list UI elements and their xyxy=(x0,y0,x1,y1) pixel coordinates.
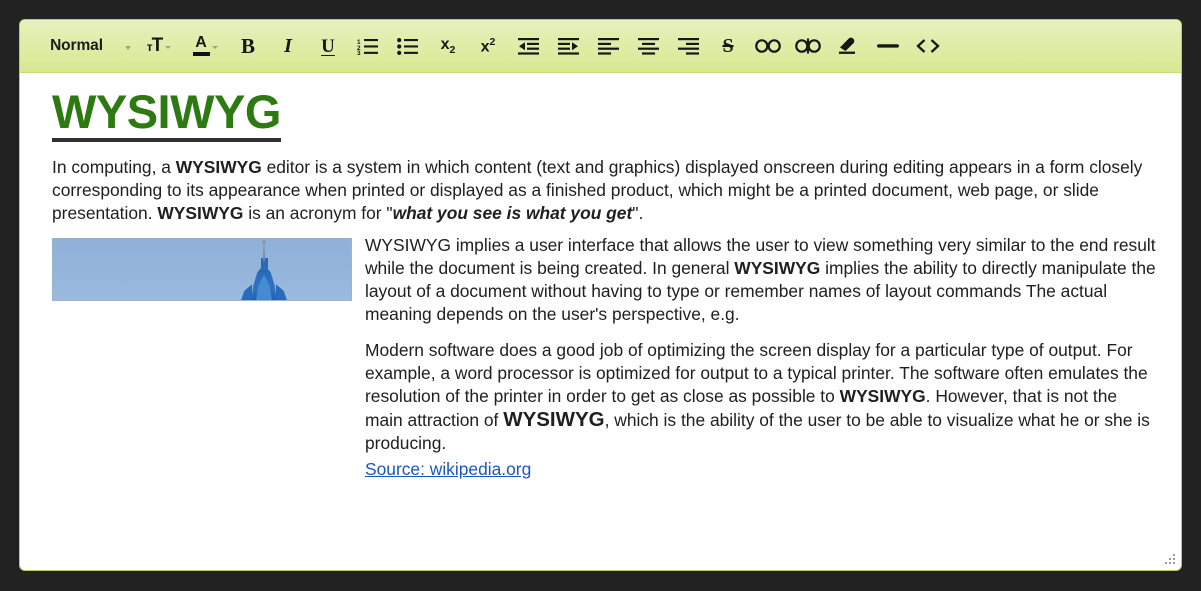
spire-tip xyxy=(262,240,266,245)
link-icon xyxy=(755,39,781,53)
code-view-icon xyxy=(916,38,940,54)
p2-bold-1: WYSIWYG xyxy=(734,258,821,279)
p3-bold-1: WYSIWYG xyxy=(839,386,926,407)
text-color-icon: A xyxy=(192,34,210,56)
intro-bold-2: WYSIWYG xyxy=(157,203,244,224)
underline-button[interactable]: U xyxy=(308,29,348,63)
chevron-down-icon xyxy=(211,46,218,49)
spire-photo[interactable] xyxy=(52,238,352,302)
align-left-button[interactable] xyxy=(588,29,628,63)
svg-text:3: 3 xyxy=(357,50,361,55)
align-center-button[interactable] xyxy=(628,29,668,63)
align-right-button[interactable] xyxy=(668,29,708,63)
wysiwyg-editor-frame: Normal тT A B I U 1 2 3 x2 x2 S WYSIWYG … xyxy=(19,19,1182,571)
resize-grip-handle[interactable] xyxy=(1165,554,1177,566)
source-link-row: Source: wikipedia.org xyxy=(365,455,1159,480)
font-size-icon: тT xyxy=(146,35,164,56)
code-view-button[interactable] xyxy=(908,29,948,63)
underline-icon: U xyxy=(321,35,335,57)
remove-link-button[interactable] xyxy=(788,29,828,63)
chevron-down-icon xyxy=(165,46,172,49)
format-select-value: Normal xyxy=(50,37,103,54)
clear-formatting-button[interactable] xyxy=(828,29,868,63)
spire-wing-right xyxy=(276,284,287,301)
spire-wing-left xyxy=(241,284,252,301)
source-link[interactable]: Source: wikipedia.org xyxy=(365,459,531,480)
paragraph-3: Modern software does a good job of optim… xyxy=(365,339,1159,455)
subscript-icon: x2 xyxy=(440,35,456,56)
superscript-icon: x2 xyxy=(480,35,496,56)
intro-text-3: is an acronym for " xyxy=(243,203,393,224)
unordered-list-button[interactable] xyxy=(388,29,428,63)
outdent-icon xyxy=(517,37,539,55)
unordered-list-icon xyxy=(397,37,419,55)
intro-bold-1: WYSIWYG xyxy=(175,157,262,178)
bold-icon: B xyxy=(240,33,255,58)
p3-bold-2: WYSIWYG xyxy=(503,408,605,432)
unlink-icon xyxy=(795,38,821,54)
text-color-button[interactable]: A xyxy=(182,29,228,63)
right-column: WYSIWYG implies a user interface that al… xyxy=(365,234,1169,480)
outdent-button[interactable] xyxy=(508,29,548,63)
ordered-list-button[interactable]: 1 2 3 xyxy=(348,29,388,63)
align-left-icon xyxy=(597,37,619,55)
content-columns: WYSIWYG implies a user interface that al… xyxy=(52,234,1169,480)
horizontal-rule-button[interactable] xyxy=(868,29,908,63)
chevron-down-icon xyxy=(124,45,131,50)
font-size-button[interactable]: тT xyxy=(136,29,182,63)
editor-content-area[interactable]: WYSIWYG In computing, a WYSIWYG editor i… xyxy=(20,73,1181,570)
paragraph-2: WYSIWYG implies a user interface that al… xyxy=(365,234,1159,326)
format-select-dropdown[interactable]: Normal xyxy=(32,29,136,63)
italic-icon: I xyxy=(284,35,292,57)
align-center-icon xyxy=(637,37,659,55)
horizontal-rule-icon xyxy=(876,41,900,51)
indent-button[interactable] xyxy=(548,29,588,63)
intro-bold-italic: what you see is what you get xyxy=(392,203,633,224)
superscript-button[interactable]: x2 xyxy=(468,29,508,63)
intro-text-4: ". xyxy=(632,203,644,224)
strikethrough-button[interactable]: S xyxy=(708,29,748,63)
title-row: WYSIWYG xyxy=(32,87,1169,156)
page-title: WYSIWYG xyxy=(52,87,281,143)
ordered-list-icon: 1 2 3 xyxy=(357,38,379,55)
subscript-button[interactable]: x2 xyxy=(428,29,468,63)
insert-link-button[interactable] xyxy=(748,29,788,63)
strikethrough-icon: S xyxy=(722,35,734,57)
indent-icon xyxy=(557,37,579,55)
spire-needle xyxy=(263,242,265,262)
intro-text-1: In computing, a xyxy=(52,157,176,178)
editor-toolbar: Normal тT A B I U 1 2 3 x2 x2 S xyxy=(20,20,1181,73)
eraser-icon xyxy=(837,37,859,55)
italic-button[interactable]: I xyxy=(268,29,308,63)
intro-paragraph: In computing, a WYSIWYG editor is a syst… xyxy=(52,156,1147,225)
bold-button[interactable]: B xyxy=(228,29,268,63)
align-right-icon xyxy=(677,37,699,55)
